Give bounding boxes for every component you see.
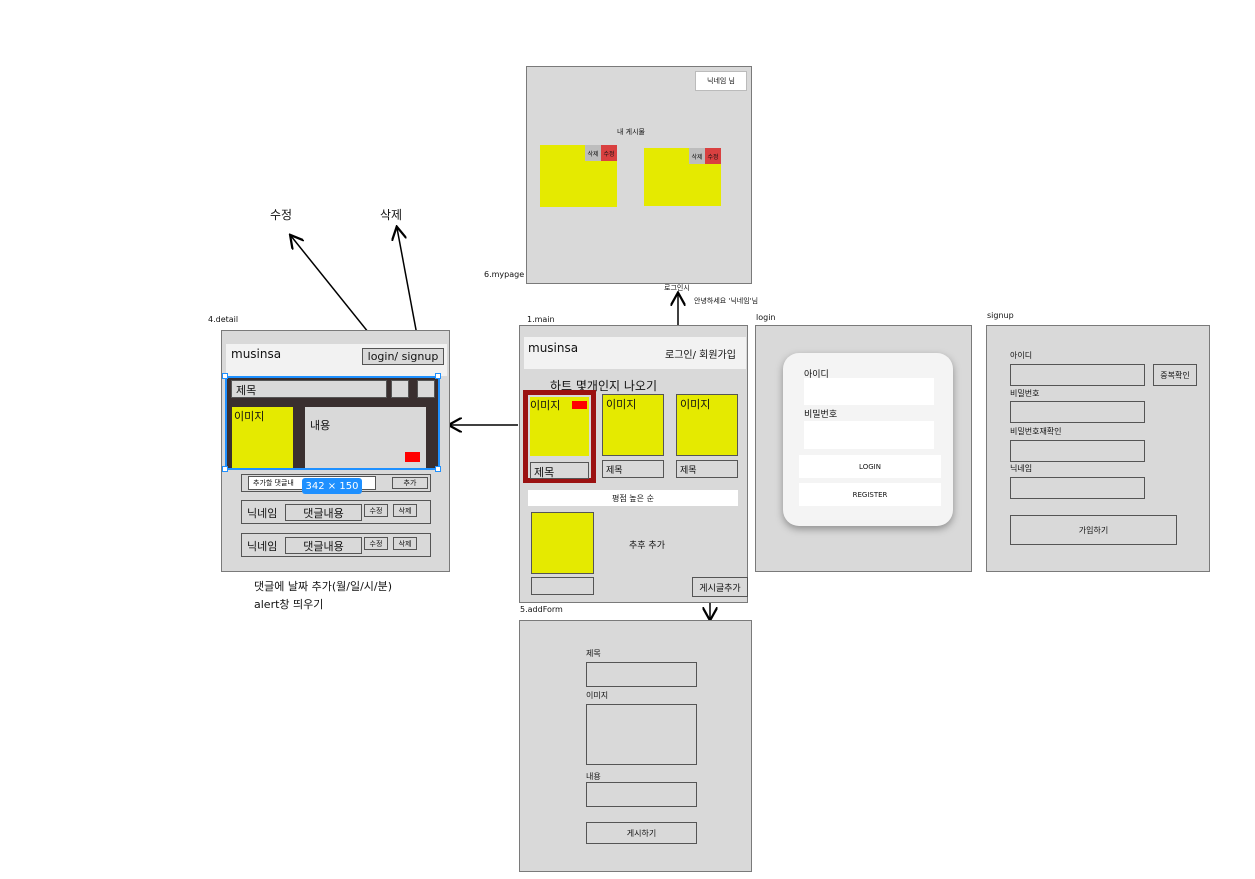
my-post-card[interactable]: 삭제 수정 bbox=[644, 148, 721, 206]
comment-row: 닉네임 댓글내용 수정 삭제 bbox=[241, 500, 431, 524]
delete-annotation: 삭제 bbox=[380, 208, 403, 222]
comment-content: 댓글내용 bbox=[285, 537, 362, 554]
main-header: musinsa 로그인/ 회원가입 bbox=[524, 337, 746, 369]
selection-size-badge: 342 × 150 bbox=[302, 478, 362, 494]
edit-annotation: 수정 bbox=[270, 208, 293, 222]
comment-nickname: 닉네임 bbox=[247, 507, 278, 520]
signup-nickname-label: 닉네임 bbox=[1010, 464, 1033, 473]
main-frame: musinsa 로그인/ 회원가입 하트 몇개인지 나오기 이미지 제목 이미지… bbox=[519, 325, 748, 603]
frame-title-signup: signup bbox=[987, 311, 1014, 320]
rated-card-image[interactable] bbox=[531, 512, 594, 574]
my-post-card[interactable]: 삭제 수정 bbox=[540, 145, 617, 207]
card-image-label: 이미지 bbox=[680, 398, 711, 411]
card-image-label: 이미지 bbox=[606, 398, 637, 411]
selection-handle bbox=[435, 373, 441, 379]
signup-frame: 아이디 중복확인 비밀번호 비밀번호재확인 닉네임 가입하기 bbox=[986, 325, 1210, 572]
my-posts-label: 내 게시물 bbox=[617, 128, 645, 136]
my-post-edit-button[interactable]: 수정 bbox=[601, 145, 617, 161]
my-post-delete-button[interactable]: 삭제 bbox=[689, 148, 705, 164]
comment-row: 닉네임 댓글내용 수정 삭제 bbox=[241, 533, 431, 557]
mypage-frame: 닉네임 님 내 게시물 삭제 수정 삭제 수정 bbox=[526, 66, 752, 284]
detail-logo[interactable]: musinsa bbox=[231, 347, 281, 361]
card-title-label: 제목 bbox=[534, 466, 555, 479]
comment-edit-button[interactable]: 수정 bbox=[364, 537, 388, 550]
signup-password-label: 비밀번호 bbox=[1010, 389, 1040, 398]
card-title-label: 제목 bbox=[606, 466, 623, 476]
card-title: 제목 bbox=[530, 462, 589, 479]
selection-outline bbox=[225, 376, 440, 470]
frame-title-main: 1.main bbox=[527, 315, 555, 324]
login-password-label: 비밀번호 bbox=[804, 410, 838, 420]
rated-card-title[interactable] bbox=[531, 577, 594, 595]
my-post-delete-button[interactable]: 삭제 bbox=[585, 145, 601, 161]
detail-header: musinsa login/ signup bbox=[226, 344, 447, 376]
comment-nickname: 닉네임 bbox=[247, 540, 278, 553]
selection-handle bbox=[435, 466, 441, 472]
detail-frame: musinsa login/ signup 제목 이미지 내용 추가할 댓글내 … bbox=[221, 330, 450, 572]
nickname-button[interactable]: 닉네임 님 bbox=[695, 71, 747, 91]
heart-icon[interactable] bbox=[572, 401, 587, 409]
login-when-annotation: 로그인시 bbox=[664, 284, 690, 292]
my-post-edit-button[interactable]: 수정 bbox=[705, 148, 721, 164]
comment-delete-button[interactable]: 삭제 bbox=[393, 537, 417, 550]
card-title[interactable]: 제목 bbox=[676, 460, 738, 478]
addform-image-label: 이미지 bbox=[586, 691, 609, 700]
comment-edit-button[interactable]: 수정 bbox=[364, 504, 388, 517]
comment-delete-button[interactable]: 삭제 bbox=[393, 504, 417, 517]
comment-add-button[interactable]: 추가 bbox=[392, 477, 428, 489]
addform-title-input[interactable] bbox=[586, 662, 697, 687]
check-duplicate-button[interactable]: 중복확인 bbox=[1153, 364, 1197, 386]
signup-password-confirm-label: 비밀번호재확인 bbox=[1010, 427, 1062, 436]
selected-card-highlight[interactable]: 이미지 제목 bbox=[523, 390, 596, 483]
login-id-input[interactable] bbox=[804, 378, 934, 405]
greeting-annotation: 안녕하세요 '닉네임'님 bbox=[694, 297, 759, 305]
addform-title-label: 제목 bbox=[586, 649, 601, 658]
comment-note-1: 댓글에 날짜 추가(월/일/시/분) bbox=[254, 580, 393, 593]
card-image: 이미지 bbox=[530, 397, 589, 456]
card-image-label: 이미지 bbox=[530, 399, 561, 412]
login-button[interactable]: LOGIN bbox=[799, 455, 941, 478]
main-logo[interactable]: musinsa bbox=[528, 341, 578, 355]
addform-content-input[interactable] bbox=[586, 782, 697, 807]
detail-login-signup-button[interactable]: login/ signup bbox=[362, 348, 444, 365]
rating-sort-bar[interactable]: 평점 높은 순 bbox=[528, 490, 738, 506]
card-title-label: 제목 bbox=[680, 466, 697, 476]
signup-id-input[interactable] bbox=[1010, 364, 1145, 386]
frame-title-addform: 5.addForm bbox=[520, 605, 563, 614]
signup-id-label: 아이디 bbox=[1010, 351, 1033, 360]
signup-password-input[interactable] bbox=[1010, 401, 1145, 423]
addform-frame: 제목 이미지 내용 게시하기 bbox=[519, 620, 752, 872]
frame-title-login: login bbox=[756, 313, 776, 322]
login-frame: 아이디 비밀번호 LOGIN REGISTER bbox=[755, 325, 972, 572]
comment-input-placeholder: 추가할 댓글내 bbox=[253, 479, 294, 487]
frame-title-detail: 4.detail bbox=[208, 315, 239, 324]
login-card: 아이디 비밀번호 LOGIN REGISTER bbox=[783, 353, 953, 526]
addform-post-button[interactable]: 게시하기 bbox=[586, 822, 697, 844]
frame-title-mypage: 6.mypage bbox=[484, 270, 525, 279]
signup-nickname-input[interactable] bbox=[1010, 477, 1145, 499]
login-password-input[interactable] bbox=[804, 421, 934, 449]
register-button[interactable]: REGISTER bbox=[799, 483, 941, 506]
selection-handle bbox=[222, 466, 228, 472]
later-add-note: 추후 추가 bbox=[629, 541, 665, 551]
add-post-button[interactable]: 게시글추가 bbox=[692, 577, 748, 597]
comment-note-2: alert창 띄우기 bbox=[254, 598, 324, 611]
addform-content-label: 내용 bbox=[586, 772, 601, 781]
card-image[interactable]: 이미지 bbox=[676, 394, 738, 456]
card-image[interactable]: 이미지 bbox=[602, 394, 664, 456]
main-login-signup-link[interactable]: 로그인/ 회원가입 bbox=[665, 346, 736, 361]
signup-password-confirm-input[interactable] bbox=[1010, 440, 1145, 462]
signup-submit-button[interactable]: 가입하기 bbox=[1010, 515, 1177, 545]
selection-handle bbox=[222, 373, 228, 379]
addform-image-input[interactable] bbox=[586, 704, 697, 765]
card-title[interactable]: 제목 bbox=[602, 460, 664, 478]
comment-content: 댓글내용 bbox=[285, 504, 362, 521]
